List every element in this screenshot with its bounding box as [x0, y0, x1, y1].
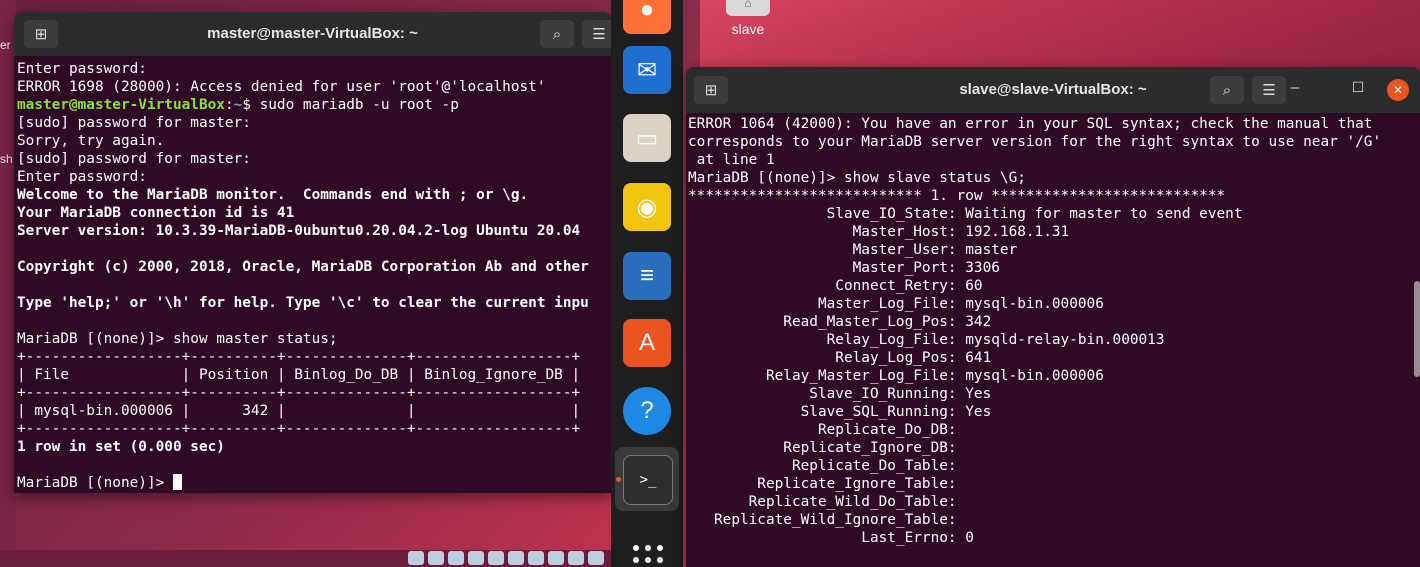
- terminal-line: Replicate_Wild_Ignore_Table:: [688, 512, 957, 528]
- virtualbox-status-icons: [408, 551, 604, 565]
- files-icon[interactable]: ▭: [623, 114, 671, 162]
- slave-terminal-window[interactable]: ⊞ slave@slave-VirtualBox: ~ ⌕ ☰ – ☐ ✕ ER…: [686, 67, 1420, 567]
- terminal-line: [sudo] password for master:: [17, 151, 251, 167]
- help-icon[interactable]: ?: [623, 387, 671, 435]
- hamburger-menu-icon: ☰: [1262, 82, 1276, 99]
- home-folder-icon: ⌂: [726, 0, 770, 16]
- terminal-line: at line 1: [688, 152, 775, 168]
- master-terminal-title: master@master-VirtualBox: ~: [207, 25, 418, 42]
- desktop-icon-label: slave: [731, 21, 765, 37]
- desktop-edge-label: er: [0, 38, 11, 52]
- terminal-line: MariaDB [(none)]> show slave status \G;: [688, 170, 1026, 186]
- desktop-edge-label: sh: [0, 152, 13, 166]
- terminal-line: ERROR 1698 (28000): Access denied for us…: [17, 79, 546, 95]
- terminal-line: | mysql-bin.000006 | 342 | | |: [17, 403, 581, 419]
- slave-terminal-titlebar[interactable]: ⊞ slave@slave-VirtualBox: ~ ⌕ ☰ – ☐ ✕: [686, 67, 1420, 113]
- terminal-line: Welcome to the MariaDB monitor. Commands…: [17, 187, 529, 203]
- terminal-line: Replicate_Do_DB:: [688, 422, 957, 438]
- terminal-line: Server version: 10.3.39-MariaDB-0ubuntu0…: [17, 223, 581, 239]
- search-icon: ⌕: [552, 25, 562, 43]
- terminal-line: Slave_IO_Running: Yes: [688, 386, 992, 402]
- terminal-line: +------------------+----------+---------…: [17, 349, 581, 365]
- running-indicator: [616, 477, 621, 482]
- terminal-line: Master_User: master: [688, 242, 1018, 258]
- terminal-line: *************************** 1. row *****…: [688, 188, 1226, 204]
- terminal-line: Replicate_Do_Table:: [688, 458, 957, 474]
- terminal-line: Your MariaDB connection id is 41: [17, 205, 295, 221]
- desktop-icon-slave[interactable]: ⌂ slave: [722, 0, 774, 37]
- terminal-line: Relay_Log_Pos: 641: [688, 350, 992, 366]
- terminal-line: Master_Port: 3306: [688, 260, 1000, 276]
- terminal-line: Enter password:: [17, 169, 147, 185]
- menu-button[interactable]: ☰: [1252, 76, 1286, 104]
- menu-button[interactable]: ☰: [582, 20, 611, 48]
- terminal-line: Sorry, try again.: [17, 133, 165, 149]
- master-terminal-titlebar[interactable]: ⊞ master@master-VirtualBox: ~ ⌕ ☰: [14, 12, 611, 56]
- terminal-line: Master_Log_File: mysql-bin.000006: [688, 296, 1104, 312]
- ubuntu-dock: ● ✉ ▭ ◉ ≡ A? >_: [611, 0, 683, 567]
- terminal-line: master@master-VirtualBox:~$ sudo mariadb…: [17, 97, 459, 113]
- terminal-line: 1 row in set (0.000 sec): [17, 439, 225, 455]
- terminal-line: corresponds to your MariaDB server versi…: [688, 134, 1382, 150]
- terminal-line: MariaDB [(none)]> show master status;: [17, 331, 338, 347]
- search-button[interactable]: ⌕: [1210, 76, 1244, 104]
- terminal-line: Replicate_Ignore_Table:: [688, 476, 957, 492]
- minimize-button[interactable]: –: [1284, 79, 1306, 96]
- slave-terminal-title: slave@slave-VirtualBox: ~: [959, 81, 1147, 98]
- show-applications-icon[interactable]: [633, 545, 663, 563]
- terminal-line: ERROR 1064 (42000): You have an error in…: [688, 116, 1373, 132]
- thunderbird-icon[interactable]: ✉: [623, 46, 671, 94]
- terminal-line: Relay_Log_File: mysqld-relay-bin.000013: [688, 332, 1165, 348]
- slave-terminal-output[interactable]: ERROR 1064 (42000): You have an error in…: [688, 115, 1420, 567]
- text-cursor: [172, 474, 182, 490]
- terminal-line: Replicate_Ignore_DB:: [688, 440, 957, 456]
- terminal-line: Relay_Master_Log_File: mysql-bin.000006: [688, 368, 1104, 384]
- terminal-line: +------------------+----------+---------…: [17, 421, 581, 437]
- terminal-line: Replicate_Wild_Do_Table:: [688, 494, 957, 510]
- hamburger-menu-icon: ☰: [592, 26, 606, 43]
- terminal-line: Master_Host: 192.168.1.31: [688, 224, 1070, 240]
- firefox-icon[interactable]: ●: [623, 0, 671, 34]
- master-terminal-output[interactable]: Enter password: ERROR 1698 (28000): Acces…: [17, 60, 611, 493]
- software-center-icon[interactable]: A: [623, 319, 671, 367]
- terminal-line: Copyright (c) 2000, 2018, Oracle, MariaD…: [17, 259, 589, 275]
- prompt-path: ~: [233, 97, 243, 113]
- search-icon: ⌕: [1222, 81, 1232, 99]
- scrollbar-thumb[interactable]: [1414, 281, 1420, 377]
- terminal-line: Slave_IO_State: Waiting for master to se…: [688, 206, 1243, 222]
- libreoffice-writer-icon[interactable]: ≡: [623, 252, 671, 300]
- search-button[interactable]: ⌕: [540, 20, 574, 48]
- terminal-line: Slave_SQL_Running: Yes: [688, 404, 992, 420]
- rhythmbox-icon[interactable]: ◉: [623, 183, 671, 231]
- terminal-icon[interactable]: >_: [623, 455, 673, 505]
- terminal-line: Read_Master_Log_Pos: 342: [688, 314, 992, 330]
- maximize-button[interactable]: ☐: [1347, 79, 1369, 96]
- master-terminal-window[interactable]: ⊞ master@master-VirtualBox: ~ ⌕ ☰ Enter …: [14, 12, 611, 493]
- terminal-line: Connect_Retry: 60: [688, 278, 983, 294]
- terminal-line: Type 'help;' or '\h' for help. Type '\c'…: [17, 295, 589, 311]
- terminal-line: +------------------+----------+---------…: [17, 385, 581, 401]
- terminal-line: [sudo] password for master:: [17, 115, 251, 131]
- close-button[interactable]: ✕: [1387, 79, 1409, 101]
- terminal-line: Last_Errno: 0: [688, 530, 974, 546]
- terminal-line: MariaDB [(none)]>: [17, 474, 611, 492]
- prompt-user: master@master-VirtualBox: [17, 97, 225, 113]
- terminal-line: Enter password:: [17, 61, 147, 77]
- terminal-line: | File | Position | Binlog_Do_DB | Binlo…: [17, 367, 581, 383]
